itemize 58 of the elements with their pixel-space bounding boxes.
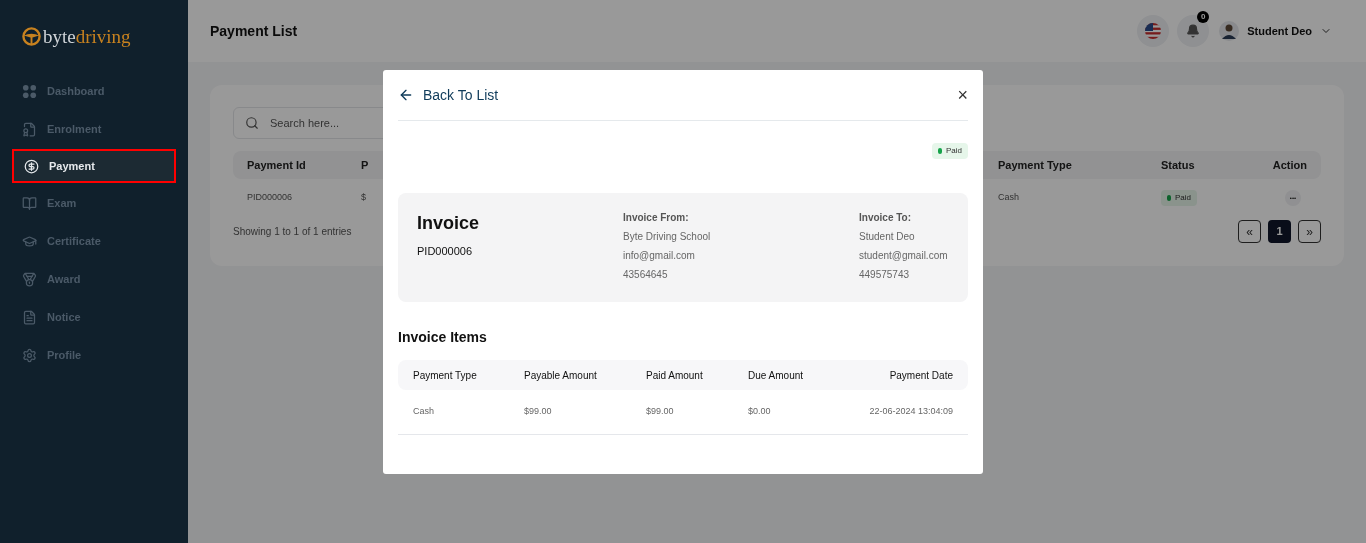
- book-icon: [22, 195, 37, 211]
- table-cell-text: 22-06-2024 13:04:09: [868, 405, 953, 419]
- section-title: Invoice Items: [398, 328, 488, 347]
- table-cell-text: Cash: [998, 191, 1020, 205]
- language-button[interactable]: [1137, 15, 1170, 47]
- invoice-from-line: 43564645: [623, 268, 669, 282]
- invoice-title: Invoice: [417, 212, 481, 235]
- notification-count: 0: [1197, 11, 1210, 23]
- steering-wheel-icon: [22, 26, 41, 46]
- invoice-to-line: 449575743: [859, 268, 911, 282]
- search-icon: [245, 116, 259, 130]
- arrow-left-icon: [398, 87, 414, 103]
- bell-icon: [1186, 24, 1201, 38]
- column-header: Status: [1161, 157, 1196, 173]
- table-cell-text: Cash: [413, 405, 435, 419]
- page-button[interactable]: »: [1298, 220, 1321, 243]
- column-header: Paid Amount: [646, 368, 704, 383]
- close-button[interactable]: ×: [957, 86, 968, 104]
- invoice-to-line: student@gmail.com: [859, 249, 948, 263]
- avatar: [1219, 21, 1240, 41]
- flag-icon: [1145, 23, 1162, 39]
- table-cell-text: $99.00: [646, 405, 675, 419]
- column-header: Payment Type: [413, 368, 478, 383]
- column-header: Payment Date: [888, 368, 953, 383]
- column-header: Payment Type: [998, 157, 1073, 173]
- column-header: Payment Id: [246, 157, 307, 173]
- logo-text: bytedriving: [43, 26, 131, 46]
- notification-button[interactable]: [1177, 15, 1210, 47]
- invoice-to-line: Student Deo: [859, 230, 916, 244]
- invoice-from-heading: Invoice From:: [623, 211, 690, 225]
- status-badge: Paid: [1161, 190, 1197, 206]
- invoice-from-line: Byte Driving School: [623, 230, 712, 244]
- document-badge-icon: [22, 121, 37, 137]
- dollar-icon: [24, 158, 39, 174]
- entries-info: Showing 1 to 1 of 1 entries: [233, 225, 352, 239]
- table-cell-text: $: [361, 191, 367, 205]
- graduation-cap-icon: [22, 233, 37, 249]
- user-name[interactable]: Student Deo: [1247, 22, 1312, 40]
- invoice-to-heading: Invoice To:: [859, 211, 913, 225]
- table-cell-text: $0.00: [748, 405, 772, 419]
- column-header: Due Amount: [748, 368, 805, 383]
- column-header: Action: [1271, 157, 1308, 173]
- table-cell-text: PID000006: [246, 191, 294, 205]
- page-title: Payment List: [210, 21, 299, 41]
- column-header: Payable Amount: [524, 368, 598, 383]
- grid-icon: [22, 83, 37, 99]
- status-badge: Paid: [932, 143, 968, 159]
- document-icon: [22, 309, 37, 325]
- page-button[interactable]: 1: [1268, 220, 1291, 243]
- settings-icon: [22, 347, 37, 363]
- invoice-from-line: info@gmail.com: [623, 249, 696, 263]
- medal-icon: [22, 271, 37, 287]
- page-button[interactable]: «: [1238, 220, 1261, 243]
- sidebar-item[interactable]: Payment: [12, 149, 176, 183]
- table-cell-text: $99.00: [524, 405, 553, 419]
- invoice-id: PID000006: [417, 244, 474, 259]
- back-link[interactable]: Back To List: [398, 84, 958, 106]
- column-header: P: [361, 157, 370, 173]
